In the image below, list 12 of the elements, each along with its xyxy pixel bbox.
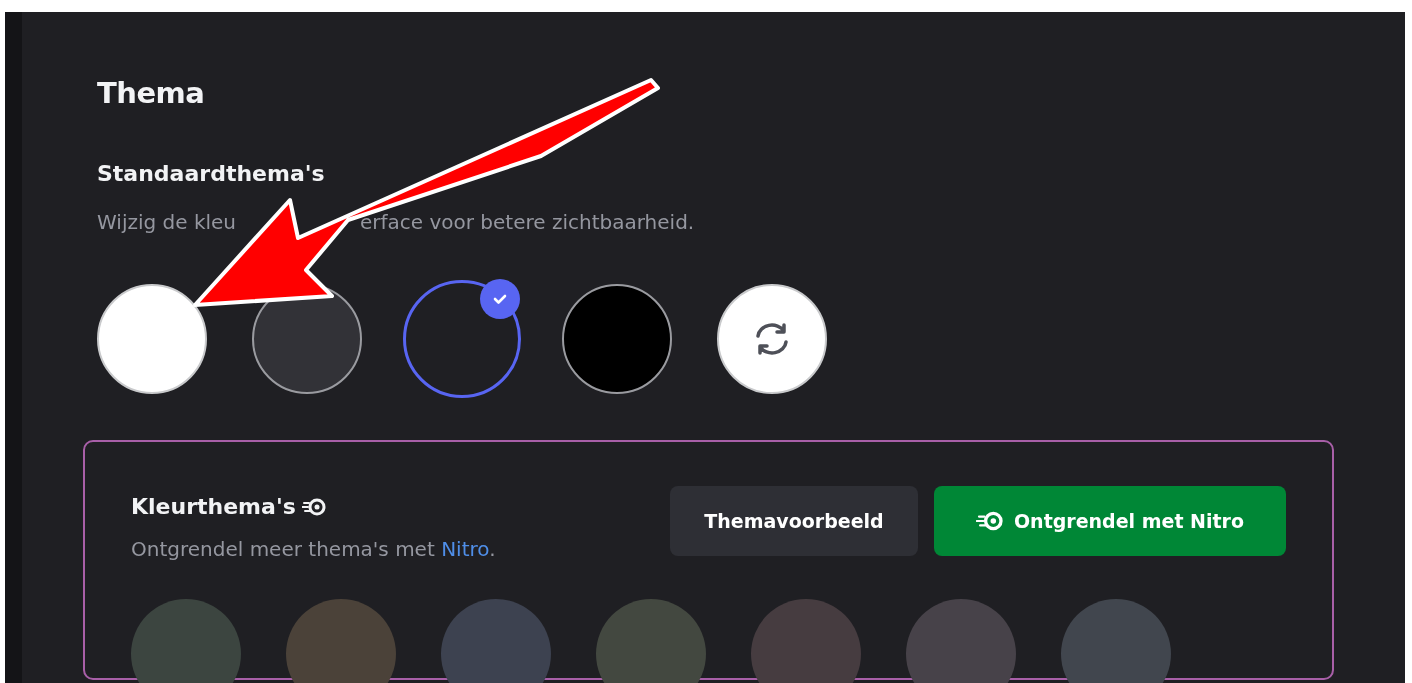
description-text: erface voor betere zichtbaarheid. (360, 210, 695, 234)
nitro-link[interactable]: Nitro (441, 537, 490, 561)
section-heading: Kleurthema's (131, 494, 296, 519)
preview-button[interactable]: Themavoorbeeld (670, 486, 918, 556)
nitro-icon (975, 510, 1004, 532)
section-heading: Standaardthema's (97, 161, 326, 186)
unlock-button[interactable]: Ontgrendel met Nitro (934, 486, 1286, 556)
section-title: Thema (97, 76, 206, 110)
checkmark-icon (480, 279, 520, 319)
nitro-icon (301, 496, 326, 517)
description-text: Wijzig de kleu (97, 210, 238, 234)
description-text: Ontgrendel meer thema's met Nitro. (131, 537, 496, 561)
